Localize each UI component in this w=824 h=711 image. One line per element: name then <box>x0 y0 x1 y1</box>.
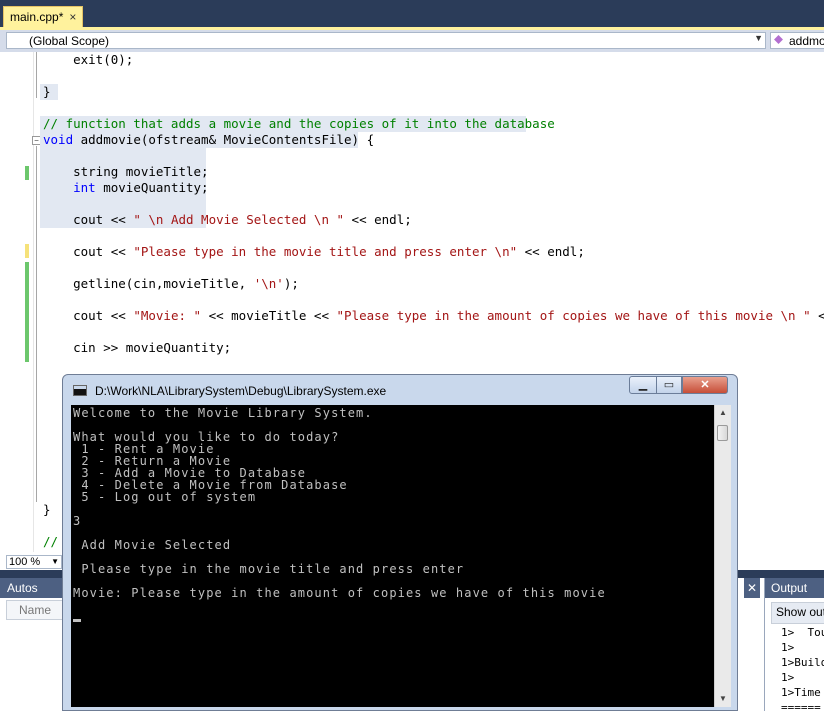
output-line: 1> <box>781 671 795 684</box>
scope-dropdown[interactable]: (Global Scope) ▼ <box>6 32 766 49</box>
code-token: << endl; <box>818 308 824 323</box>
code-token: " \n Add Movie Selected \n " <box>133 212 345 227</box>
output-line: 1>Time E <box>781 686 821 699</box>
code-line: cout << " \n Add Movie Selected \n " << … <box>43 212 412 228</box>
code-line: // function that adds a movie and the co… <box>43 116 555 132</box>
scrollbar-thumb[interactable] <box>717 425 728 441</box>
code-token: ); <box>283 276 299 291</box>
code-token: int <box>73 180 96 195</box>
output-line: 1> <box>781 641 795 654</box>
console-line: Movie: Please type in the amount of copi… <box>73 586 606 600</box>
member-dropdown[interactable]: addmovie <box>770 32 824 49</box>
code-token: string movieTitle; <box>43 164 209 179</box>
close-icon[interactable]: × <box>69 10 76 24</box>
code-line: exit(0); <box>43 52 133 68</box>
tab-label: main.cpp* <box>10 10 64 24</box>
chevron-down-icon: ▼ <box>51 557 59 566</box>
console-output[interactable]: Welcome to the Movie Library System. What… <box>71 405 721 707</box>
console-title: D:\Work\NLA\LibrarySystem\Debug\LibraryS… <box>95 384 387 398</box>
outline-guide <box>36 52 37 98</box>
code-token: cout << <box>43 244 134 259</box>
console-line: 3 <box>73 514 82 528</box>
console-window[interactable]: D:\Work\NLA\LibrarySystem\Debug\LibraryS… <box>62 374 738 711</box>
code-token: << endl; <box>517 244 585 259</box>
output-line: 1>Build <box>781 656 824 669</box>
output-tab[interactable]: Output <box>765 578 824 598</box>
console-app-icon <box>73 385 87 396</box>
code-line: void addmovie(ofstream& MovieContentsFil… <box>43 132 374 148</box>
tab-main-cpp[interactable]: main.cpp* × <box>3 6 84 27</box>
code-token: addmovie(ofstream& MovieContentsFile) { <box>73 132 375 147</box>
vertical-scrollbar[interactable]: ▲ ▼ <box>714 405 731 707</box>
console-line: Please type in the movie title and press… <box>73 562 465 576</box>
code-token: // function that adds a movie and the co… <box>43 116 555 131</box>
console-line: Welcome to the Movie Library System. <box>73 406 373 420</box>
code-token: << endl; <box>344 212 412 227</box>
code-line: } <box>43 84 51 100</box>
scroll-down-icon[interactable]: ▼ <box>715 691 731 707</box>
change-marker-saved <box>25 166 29 180</box>
code-token: } <box>43 84 51 99</box>
change-marker-saved <box>25 262 29 362</box>
code-token: << movieTitle << <box>201 308 337 323</box>
code-line: cin >> movieQuantity; <box>43 340 231 356</box>
code-token: movieQuantity; <box>95 180 209 195</box>
code-token: '\n' <box>253 276 284 291</box>
code-line: int movieQuantity; <box>43 180 209 196</box>
code-token: cout << <box>43 212 134 227</box>
scroll-up-icon[interactable]: ▲ <box>715 405 731 421</box>
output-window: Output Show output from: 1> Touc 1> 1>Buil… <box>764 578 824 711</box>
code-token: cout << <box>43 308 134 323</box>
document-tab-strip: main.cpp* × <box>0 0 824 28</box>
code-token: cin >> movieQuantity; <box>43 340 232 355</box>
zoom-value: 100 % <box>9 556 41 568</box>
chevron-down-icon: ▼ <box>754 33 763 43</box>
code-token: getline(cin,movieTitle, <box>43 276 254 291</box>
console-line: Add Movie Selected <box>73 538 232 552</box>
close-icon[interactable]: ✕ <box>744 578 760 598</box>
code-line: cout << "Please type in the movie title … <box>43 244 585 260</box>
closing-brace: } <box>43 502 51 517</box>
console-line: 5 - Log out of system <box>73 490 257 504</box>
text-cursor <box>73 619 81 622</box>
code-token: "Please type in the amount of copies we … <box>336 308 811 323</box>
navigation-bar: (Global Scope) ▼ addmovie <box>0 30 824 52</box>
code-line: string movieTitle; <box>43 164 209 180</box>
code-token: "Movie: " <box>133 308 202 323</box>
code-token: void <box>43 132 74 147</box>
code-token: exit(0); <box>43 52 134 67</box>
code-token: "Please type in the movie title and pres… <box>133 244 518 259</box>
scope-value: (Global Scope) <box>29 34 110 48</box>
close-button[interactable]: ✕ <box>682 376 728 394</box>
output-line: 1> Touc <box>781 626 824 639</box>
member-value: addmovie <box>789 34 824 48</box>
output-line: ====== <box>781 701 821 711</box>
console-titlebar[interactable]: D:\Work\NLA\LibrarySystem\Debug\LibraryS… <box>63 375 737 405</box>
code-line: cout << "Movie: " << movieTitle << "Plea… <box>43 308 824 324</box>
outline-guide <box>36 146 37 502</box>
code-line: getline(cin,movieTitle, '\n'); <box>43 276 299 292</box>
comment-fragment: // <box>43 534 59 549</box>
column-header-name[interactable]: Name <box>6 600 66 620</box>
output-source-dropdown[interactable]: Show output from: <box>771 602 824 624</box>
zoom-dropdown[interactable]: 100 % ▼ <box>6 555 62 569</box>
change-marker-unsaved <box>25 244 29 258</box>
maximize-button[interactable]: ▭ <box>656 376 682 394</box>
minimize-button[interactable]: ▁ <box>629 376 657 394</box>
method-icon <box>774 35 783 44</box>
